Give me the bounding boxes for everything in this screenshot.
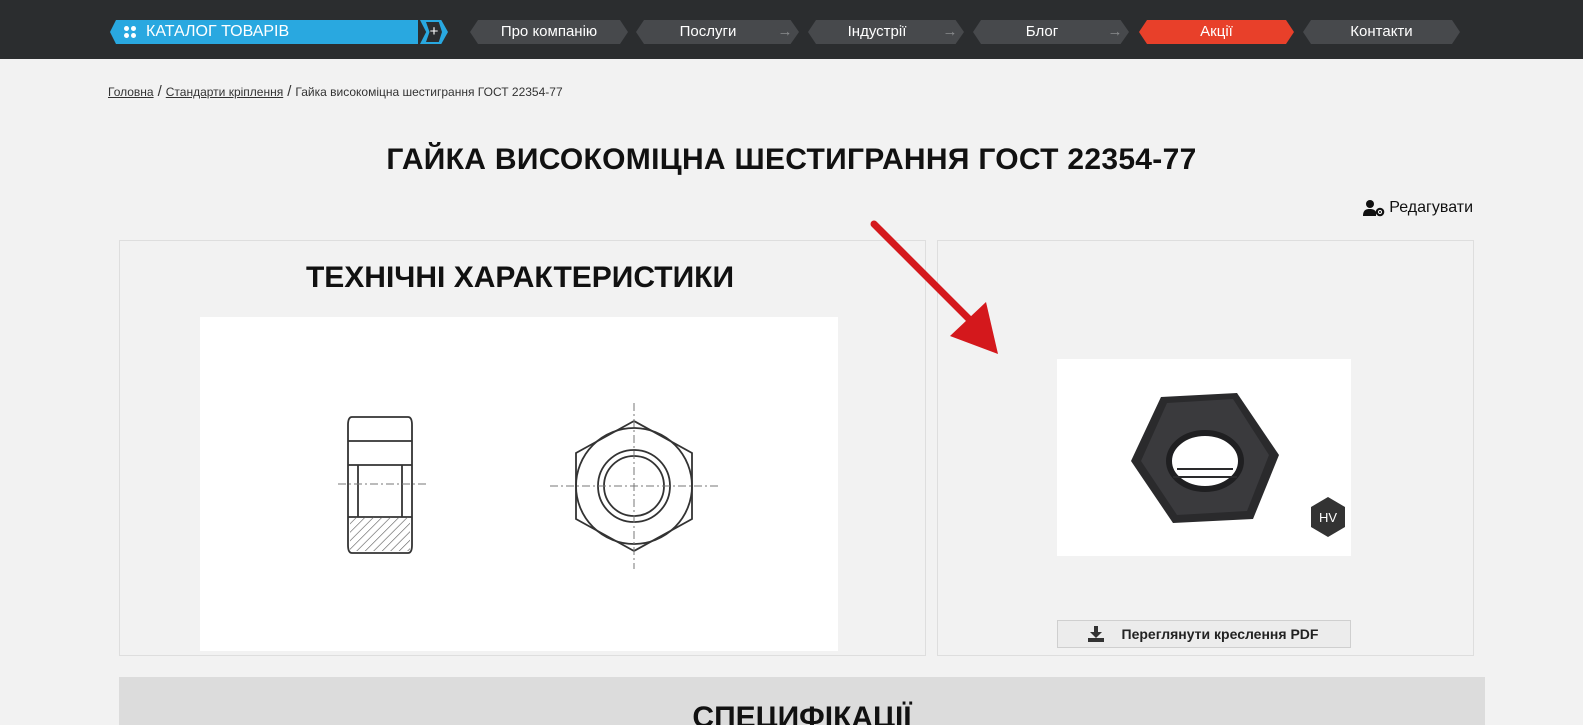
breadcrumb-separator: / (157, 83, 162, 100)
page-title: ГАЙКА ВИСОКОМІЦНА ШЕСТИГРАННЯ ГОСТ 22354… (386, 143, 1197, 176)
nav-item-industries[interactable]: Індустрії (808, 20, 946, 44)
plus-icon: + (426, 22, 442, 42)
top-navigation: КАТАЛОГ ТОВАРІВ + Про компанію Послуги →… (0, 0, 1583, 59)
specifications-title: СПЕЦИФІКАЦІЇ (692, 701, 912, 725)
product-image-panel: HV Переглянути креслення PDF (937, 240, 1474, 656)
hex-nut-photo-image (1131, 393, 1279, 523)
download-icon (1088, 626, 1104, 642)
breadcrumb-section[interactable]: Стандарти кріплення (166, 85, 283, 99)
user-gear-icon (1363, 200, 1385, 217)
catalog-label: КАТАЛОГ ТОВАРІВ (146, 23, 290, 40)
breadcrumb: Головна / Стандарти кріплення / Гайка високо… (108, 83, 563, 100)
pdf-button-label: Переглянути креслення PDF (1121, 626, 1319, 642)
edit-link[interactable]: Редагувати (1363, 199, 1473, 217)
hv-badge-label: HV (1319, 510, 1337, 525)
nut-drawing-image (338, 403, 720, 569)
hv-badge: HV (1310, 497, 1346, 537)
breadcrumb-separator: / (287, 83, 292, 100)
specifications-section: СПЕЦИФІКАЦІЇ (119, 677, 1485, 725)
nav-item-blog[interactable]: Блог (973, 20, 1111, 44)
nav-item-services[interactable]: Послуги (636, 20, 780, 44)
nav-item-promotions[interactable]: Акції (1139, 20, 1294, 44)
edit-label: Редагувати (1389, 199, 1473, 216)
tech-specs-panel: ТЕХНІЧНІ ХАРАКТЕРИСТИКИ (119, 240, 926, 656)
product-photo[interactable]: HV (1057, 359, 1351, 556)
catalog-button[interactable]: КАТАЛОГ ТОВАРІВ (110, 20, 418, 44)
grid-dots-icon (124, 26, 136, 38)
breadcrumb-current: Гайка високоміцна шестиграння ГОСТ 22354… (295, 85, 563, 99)
technical-drawing (200, 317, 838, 651)
tech-specs-title: ТЕХНІЧНІ ХАРАКТЕРИСТИКИ (305, 261, 735, 294)
nav-item-contacts[interactable]: Контакти (1303, 20, 1460, 44)
red-arrow-icon (870, 220, 998, 354)
breadcrumb-home[interactable]: Головна (108, 85, 154, 99)
nav-item-about[interactable]: Про компанію (470, 20, 628, 44)
view-drawing-pdf-button[interactable]: Переглянути креслення PDF (1057, 620, 1351, 648)
catalog-expand-button[interactable]: + (420, 20, 448, 44)
